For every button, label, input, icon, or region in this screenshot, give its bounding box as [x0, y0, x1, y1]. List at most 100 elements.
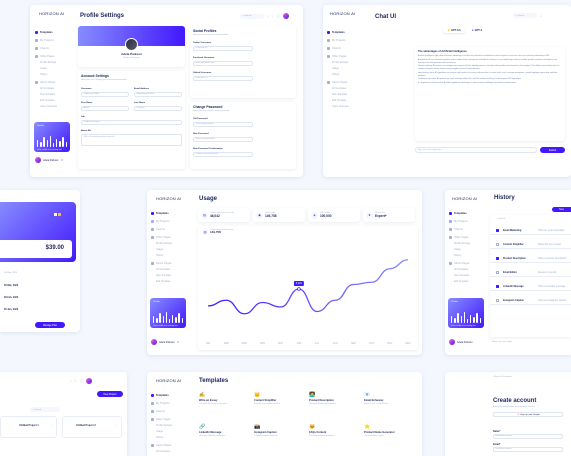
template-card[interactable]: 📧 Email Enhancer Improve your email writin…	[364, 392, 414, 416]
new-password-input[interactable]: Your new password	[193, 137, 253, 142]
sidebar-sub-new-template[interactable]: New Template	[454, 274, 469, 277]
bell-icon[interactable]: ♪	[540, 14, 542, 18]
chat-submit-button[interactable]: Submit	[540, 147, 565, 153]
sidebar-item-other-pages[interactable]: Other Pages	[327, 55, 347, 58]
user-avatar[interactable]	[283, 13, 290, 19]
rows-per-page[interactable]: Show rows per page	[492, 341, 512, 344]
name-input[interactable]: Enter your name	[493, 434, 563, 439]
bell-icon[interactable]: ♪	[267, 14, 269, 18]
sidebar-item-other-pages[interactable]: Other Pages	[151, 236, 171, 239]
template-card[interactable]: ✍ Write an Essay Generate an essay on any …	[199, 392, 249, 416]
sidebar-item-admin[interactable]: Admin Pages	[327, 81, 347, 84]
table-row[interactable]: Product Description Write a product descr…	[490, 254, 571, 263]
sidebar-sub-new-template[interactable]: New Template	[332, 93, 347, 96]
sidebar-item-chat[interactable]: Chat UI	[151, 410, 165, 413]
project-card[interactable]: Untitled Project 1 ⋮	[0, 416, 57, 438]
sidebar-user[interactable]: Adela Parkson ⚙	[35, 157, 63, 163]
sidebar-item-chat[interactable]: Chat UI	[35, 47, 49, 50]
sidebar-sub-usage[interactable]: Usage	[40, 67, 47, 70]
sidebar-sub-history[interactable]: History	[40, 73, 47, 76]
sidebar-sub-history[interactable]: History	[332, 73, 339, 76]
sidebar-sub-all-templates[interactable]: All Templates	[156, 268, 170, 271]
dots-icon[interactable]: ⋮	[116, 424, 118, 427]
last-name-input[interactable]: Parkson	[134, 106, 182, 111]
sidebar-sub-usage[interactable]: Usage	[156, 430, 163, 433]
job-input[interactable]: Product Designer	[81, 120, 182, 125]
sidebar-user[interactable]: Adela Parkson	[449, 339, 473, 345]
sidebar-sub-users[interactable]: Users Overview	[40, 105, 57, 108]
facebook-input[interactable]: www.facebook.com	[193, 61, 253, 66]
sidebar-item-chat[interactable]: Chat UI	[449, 228, 463, 231]
table-search[interactable]: ⌕ Search	[496, 218, 505, 220]
sidebar-item-admin[interactable]: Admin Pages	[151, 262, 171, 265]
sidebar-item-admin[interactable]: Admin Pages	[449, 262, 469, 265]
username-input[interactable]: @parkson.adela	[81, 92, 129, 97]
sidebar-item-templates[interactable]: Templates	[327, 31, 345, 34]
sidebar-sub-profile[interactable]: Profile Settings	[156, 242, 172, 245]
sidebar-sub-history[interactable]: History	[156, 436, 163, 439]
gear-icon[interactable]: ⚙	[61, 158, 64, 162]
project-card[interactable]: Untitled Project 2 ⋮	[62, 416, 122, 438]
sidebar-sub-edit-template[interactable]: Edit Template	[40, 99, 54, 102]
sidebar-sub-new-template[interactable]: New Template	[40, 93, 55, 96]
confirm-password-input[interactable]: Confirm new password	[193, 152, 253, 157]
sidebar-sub-edit-template[interactable]: Edit Template	[156, 280, 170, 283]
old-password-input[interactable]: Your old password	[193, 122, 253, 127]
sidebar-sub-history[interactable]: History	[156, 254, 163, 257]
search-input[interactable]: ⌕ Search	[513, 13, 537, 18]
moon-icon[interactable]: ☾	[75, 379, 78, 383]
template-card[interactable]: ⭐ Product Name Generator Create product na…	[364, 424, 414, 448]
sidebar-sub-usage[interactable]: Usage	[332, 67, 339, 70]
sidebar-item-admin[interactable]: Admin Pages	[151, 444, 171, 447]
sidebar-item-templates[interactable]: Templates	[35, 31, 53, 34]
sidebar-sub-history[interactable]: History	[454, 254, 461, 257]
sidebar-sub-profile[interactable]: Profile Settings	[332, 61, 348, 64]
sidebar-item-projects[interactable]: My Projects	[151, 220, 170, 223]
manage-plan-button[interactable]: Manage Plan	[35, 322, 65, 328]
sidebar-user[interactable]: Adela Parkson ⚙	[151, 339, 179, 345]
back-link[interactable]: ‹ Back to Templates	[493, 376, 512, 379]
checkbox[interactable]	[496, 242, 499, 246]
first-name-input[interactable]: Adela	[81, 106, 129, 111]
sidebar-item-other-pages[interactable]: Other Pages	[151, 418, 171, 421]
about-textarea[interactable]: Tell us something about yourself	[81, 134, 182, 146]
template-card[interactable]: 📸 Instagram Caption Create Instagram capti…	[254, 424, 304, 448]
template-card[interactable]: 👑 Content Simplifier Simplify any complex …	[254, 392, 304, 416]
model-gpt4-tab[interactable]: ✦ GPT-4	[468, 27, 486, 33]
sidebar-item-projects[interactable]: My Projects	[35, 39, 54, 42]
checkbox[interactable]	[496, 298, 499, 302]
table-row[interactable]: LinkedIn Message Write a LinkedIn message	[490, 282, 571, 291]
sidebar-sub-all-templates[interactable]: All Templates	[454, 268, 468, 271]
dots-icon[interactable]: ⋮	[51, 424, 53, 427]
sidebar-sub-users[interactable]: Users Overview	[332, 105, 349, 108]
google-signup-button[interactable]: G Sign up with Google	[493, 412, 563, 417]
sidebar-item-templates[interactable]: Templates	[151, 212, 169, 215]
sidebar-item-projects[interactable]: My Projects	[151, 402, 170, 405]
sidebar-sub-edit-template[interactable]: Edit Template	[454, 280, 468, 283]
checkbox[interactable]	[496, 284, 499, 288]
moon-icon[interactable]: ☾	[272, 14, 275, 18]
search-input[interactable]: ⌕ Search	[240, 13, 264, 19]
sidebar-sub-profile[interactable]: Profile Settings	[40, 61, 56, 64]
sidebar-item-other-pages[interactable]: Other Pages	[449, 236, 469, 239]
model-gpt35-tab[interactable]: ⚡ GPT-3.5	[443, 27, 465, 34]
gear-icon[interactable]: ⚙	[177, 340, 180, 344]
email-input[interactable]: adela@gmail.com	[134, 92, 182, 97]
sidebar-sub-all-templates[interactable]: All Templates	[156, 450, 170, 453]
new-button[interactable]: New	[552, 207, 571, 212]
sidebar-sub-new-template[interactable]: New Template	[156, 274, 171, 277]
chat-message-input[interactable]: Type your message here...	[415, 147, 537, 153]
sidebar-sub-usage[interactable]: Usage	[454, 248, 461, 251]
sidebar-sub-edit-template[interactable]: Edit Template	[332, 99, 346, 102]
table-row[interactable]: Instagram Caption Write an Instagram capt…	[490, 296, 571, 305]
template-card[interactable]: 👩‍💻 Product Description Generate product d…	[309, 392, 359, 416]
checkbox[interactable]	[496, 256, 499, 260]
info-icon[interactable]: ⓘ	[80, 379, 83, 383]
sidebar-sub-usage[interactable]: Usage	[156, 248, 163, 251]
sidebar-item-templates[interactable]: Templates	[449, 212, 467, 215]
sidebar-item-templates[interactable]: Templates	[151, 394, 169, 397]
project-search-input[interactable]: ⌕ Search	[30, 407, 60, 412]
twitter-input[interactable]: @horizon.ui	[193, 46, 253, 51]
table-row[interactable]: Email Editor Review my email	[490, 268, 571, 277]
sidebar-item-projects[interactable]: My Projects	[327, 39, 346, 42]
